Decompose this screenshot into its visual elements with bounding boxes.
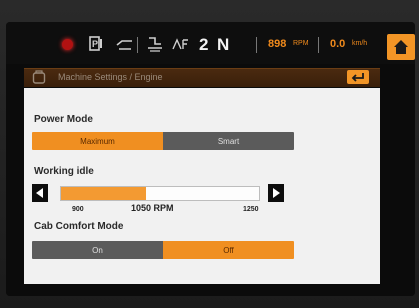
arrow-right-icon xyxy=(273,188,280,198)
engine-rpm-value: 898 xyxy=(268,38,287,50)
steering-mode-icon xyxy=(116,34,134,54)
status-bar: P 2 N 898 RPM 0.0 km/h xyxy=(6,22,415,64)
power-mode-option-smart[interactable]: Smart xyxy=(163,132,294,150)
working-idle-slider xyxy=(32,184,294,204)
working-idle-label: Working idle xyxy=(34,166,94,177)
speed-unit: km/h xyxy=(352,40,368,47)
gear-mode: N xyxy=(217,35,230,54)
power-mode-selector: Maximum Smart xyxy=(32,132,294,150)
display-screen: P 2 N 898 RPM 0.0 km/h Machine Settings … xyxy=(6,22,415,296)
transmission-icon xyxy=(146,34,164,54)
idle-slider-fill xyxy=(61,187,146,200)
idle-min-label: 900 xyxy=(72,206,84,213)
machine-settings-icon xyxy=(32,70,46,84)
page-title: Machine Settings / Engine xyxy=(58,72,163,82)
status-separator xyxy=(256,37,257,53)
power-mode-label: Power Mode xyxy=(34,114,93,125)
cab-comfort-option-off[interactable]: Off xyxy=(163,241,294,259)
power-mode-option-maximum[interactable]: Maximum xyxy=(32,132,163,150)
home-icon xyxy=(394,40,408,54)
cab-comfort-option-on[interactable]: On xyxy=(32,241,163,259)
return-arrow-icon xyxy=(351,73,364,82)
parking-brake-icon: P xyxy=(88,34,104,54)
idle-max-label: 1250 xyxy=(243,206,259,213)
status-separator xyxy=(137,37,138,53)
status-separator xyxy=(318,37,319,53)
bottom-bezel-strip xyxy=(6,284,415,296)
cab-comfort-mode-selector: On Off xyxy=(32,241,294,259)
decrease-idle-button[interactable] xyxy=(32,184,48,202)
increase-idle-button[interactable] xyxy=(268,184,284,202)
title-bar: Machine Settings / Engine xyxy=(24,68,380,87)
idle-slider-track[interactable] xyxy=(60,186,260,201)
home-button[interactable] xyxy=(387,34,415,60)
svg-text:P: P xyxy=(92,39,98,49)
cab-comfort-mode-label: Cab Comfort Mode xyxy=(34,221,124,232)
back-button[interactable] xyxy=(347,70,369,84)
speed-value: 0.0 xyxy=(330,38,346,50)
arrow-left-icon xyxy=(36,188,43,198)
alarm-indicator-icon xyxy=(62,39,73,50)
engine-rpm-unit: RPM xyxy=(293,40,309,47)
gear-number: 2 xyxy=(199,35,209,54)
idle-current-value: 1050 RPM xyxy=(131,203,174,213)
auto-shift-icon xyxy=(172,34,192,54)
